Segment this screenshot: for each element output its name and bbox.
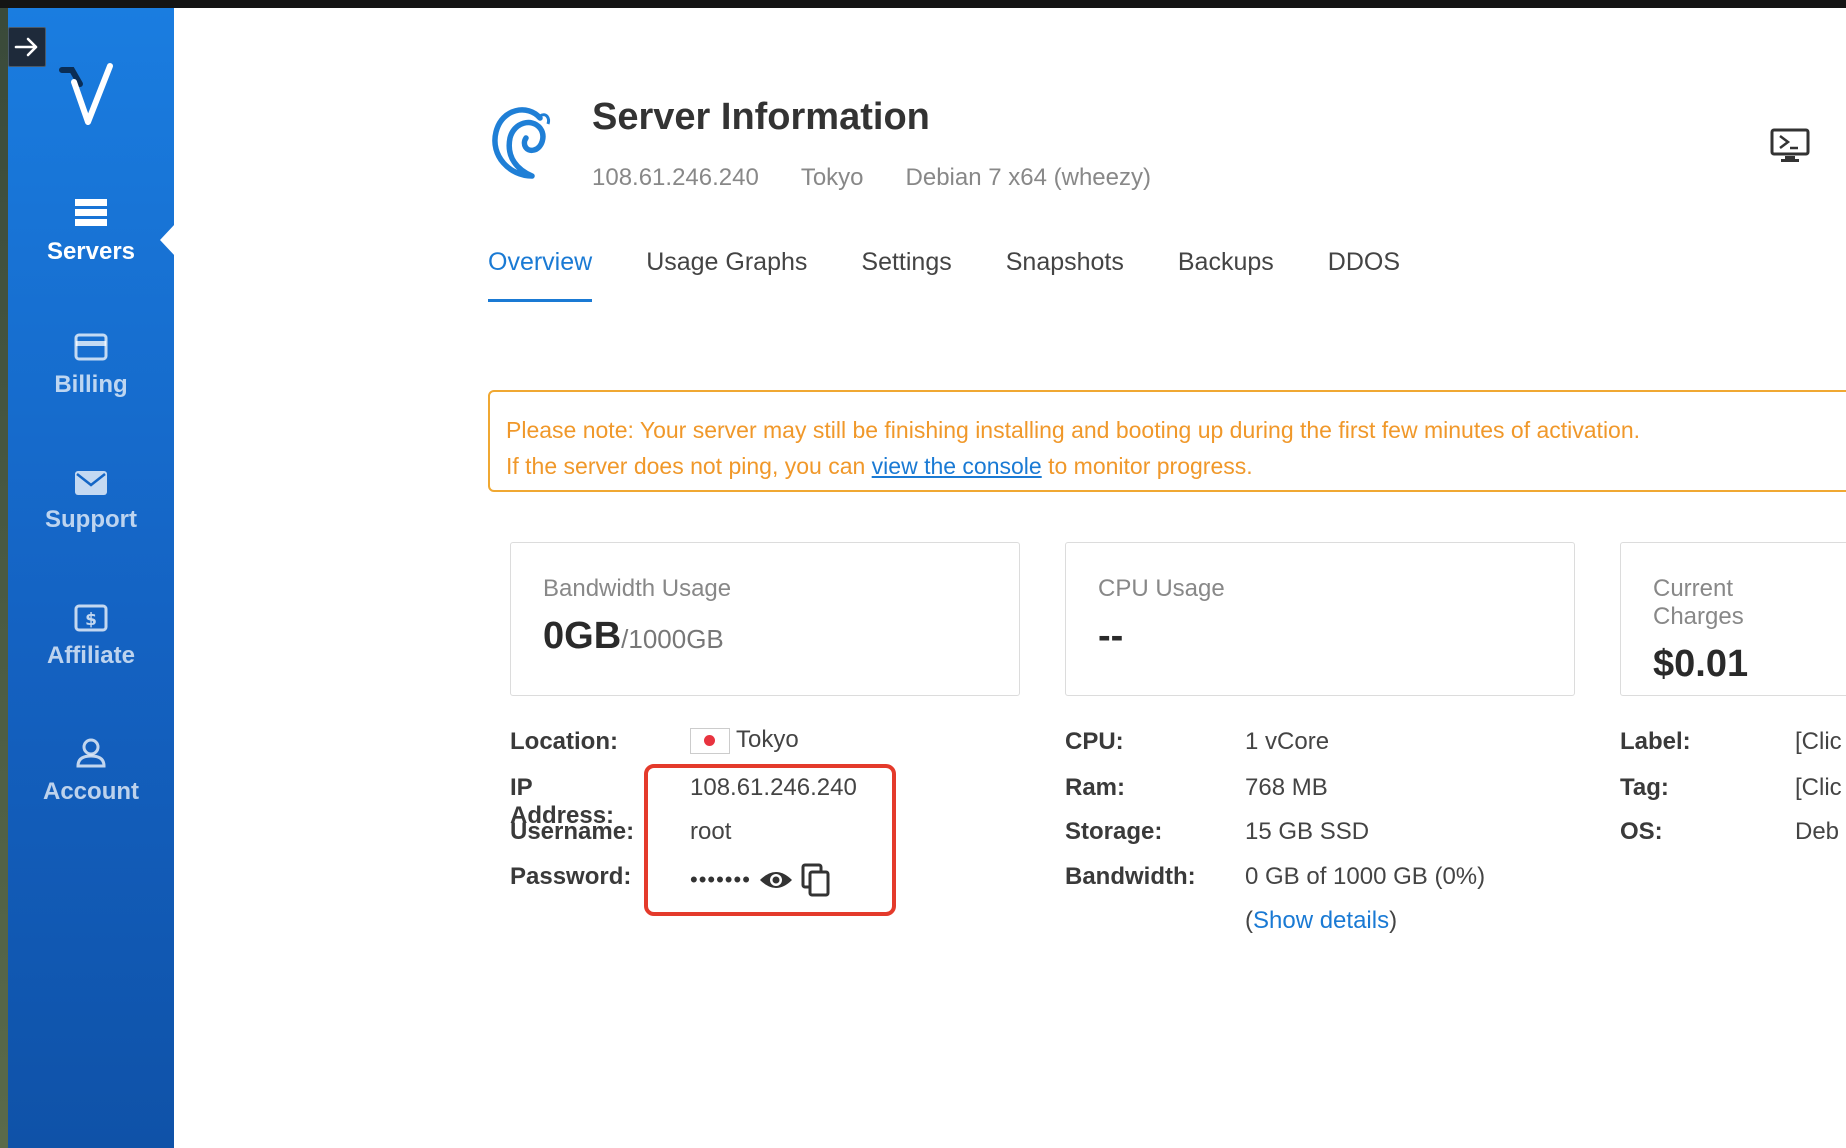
- sidebar-item-support[interactable]: Support: [8, 470, 174, 534]
- bandwidth-limit: /1000GB: [621, 624, 724, 654]
- sidebar-item-label: Billing: [54, 371, 128, 398]
- sidebar-item-label: Affiliate: [46, 642, 135, 669]
- arrow-right-icon: [14, 37, 38, 57]
- sidebar-item-account[interactable]: Account: [8, 738, 174, 806]
- tab-usage-graphs[interactable]: Usage Graphs: [646, 248, 807, 302]
- sidebar-item-affiliate[interactable]: $ Affiliate: [8, 604, 174, 670]
- affiliate-icon: $: [74, 604, 108, 632]
- card-value: 0GB/1000GB: [543, 615, 987, 658]
- servers-icon: [75, 199, 107, 226]
- server-subinfo: 108.61.246.240 Tokyo Debian 7 x64 (wheez…: [592, 164, 1151, 192]
- detail-label: Password:: [510, 863, 632, 890]
- show-details-link[interactable]: Show details: [1253, 907, 1389, 934]
- page-title: Server Information: [592, 96, 930, 138]
- sidebar-item-label: Servers: [46, 238, 136, 265]
- detail-label: Bandwidth:: [1065, 863, 1196, 890]
- card-value: $0.01: [1653, 643, 1749, 685]
- tab-bar: Overview Usage Graphs Settings Snapshots…: [488, 248, 1454, 302]
- sidebar-item-billing[interactable]: Billing: [8, 333, 174, 399]
- bandwidth-card: Bandwidth Usage 0GB/1000GB: [510, 542, 1020, 696]
- location-value: Tokyo: [736, 726, 799, 753]
- detail-label: Location:: [510, 728, 618, 755]
- tab-snapshots[interactable]: Snapshots: [1006, 248, 1124, 302]
- server-ip: 108.61.246.240: [592, 164, 759, 191]
- tag-edit-link[interactable]: [Clic: [1795, 774, 1842, 802]
- notice-line-1: Please note: Your server may still be fi…: [506, 417, 1641, 443]
- expand-sidebar-button[interactable]: [8, 27, 46, 67]
- card-label: CPU Usage: [1098, 575, 1225, 602]
- card-label: Current Charges: [1653, 575, 1744, 630]
- detail-label: Label:: [1620, 728, 1691, 755]
- label-edit-link[interactable]: [Clic: [1795, 728, 1842, 756]
- active-pointer: [160, 224, 175, 256]
- ram-value: 768 MB: [1245, 774, 1328, 801]
- sidebar-item-servers[interactable]: Servers: [8, 198, 174, 266]
- detail-label: Storage:: [1065, 818, 1163, 845]
- vultr-logo[interactable]: [58, 62, 128, 132]
- cpu-card: CPU Usage --: [1065, 542, 1575, 696]
- tab-settings[interactable]: Settings: [861, 248, 951, 302]
- cpu-value: 1 vCore: [1245, 728, 1330, 755]
- paren-open: (: [1245, 907, 1253, 934]
- sidebar-item-label: Account: [43, 778, 139, 805]
- notice-line-2: If the server does not ping, you can vie…: [506, 448, 1846, 484]
- billing-icon: [74, 333, 108, 361]
- japan-flag-icon: [690, 727, 730, 754]
- os-value: Deb: [1795, 818, 1840, 845]
- paren-close: ): [1389, 907, 1398, 934]
- charges-card: Current Charges $0.01: [1620, 542, 1846, 696]
- account-icon: [76, 738, 106, 768]
- server-location: Tokyo: [800, 164, 864, 191]
- tab-backups[interactable]: Backups: [1178, 248, 1274, 302]
- credentials-highlight: [644, 764, 896, 916]
- storage-value: 15 GB SSD: [1245, 818, 1370, 845]
- card-label: Bandwidth Usage: [543, 575, 732, 602]
- detail-label: Username:: [510, 818, 635, 845]
- sidebar-item-label: Support: [45, 506, 137, 533]
- server-os: Debian 7 x64 (wheezy): [905, 164, 1151, 191]
- detail-label: Ram:: [1065, 774, 1126, 801]
- debian-logo-icon: [492, 107, 550, 179]
- show-details-wrapper: (Show details): [1245, 907, 1397, 935]
- view-console-icon[interactable]: [1770, 128, 1810, 164]
- detail-label: Tag:: [1620, 774, 1669, 801]
- view-console-link[interactable]: view the console: [872, 453, 1042, 479]
- detail-label: OS:: [1620, 818, 1663, 845]
- tab-ddos[interactable]: DDOS: [1328, 248, 1400, 302]
- tab-overview[interactable]: Overview: [488, 248, 593, 302]
- bandwidth-value: 0 GB of 1000 GB (0%): [1245, 863, 1486, 890]
- notice-text: If the server does not ping, you can: [506, 453, 872, 479]
- support-icon: [75, 471, 107, 495]
- notice-text: to monitor progress.: [1041, 453, 1253, 479]
- sidebar: [8, 8, 174, 1148]
- detail-value: Tokyo: [690, 726, 799, 754]
- svg-text:$: $: [85, 610, 97, 630]
- top-bar: [0, 0, 1846, 8]
- window-edge: [0, 8, 8, 1148]
- activation-notice: Please note: Your server may still be fi…: [488, 390, 1846, 492]
- detail-label: CPU:: [1065, 728, 1124, 755]
- bandwidth-used: 0GB: [543, 615, 622, 657]
- card-value: --: [1098, 615, 1124, 657]
